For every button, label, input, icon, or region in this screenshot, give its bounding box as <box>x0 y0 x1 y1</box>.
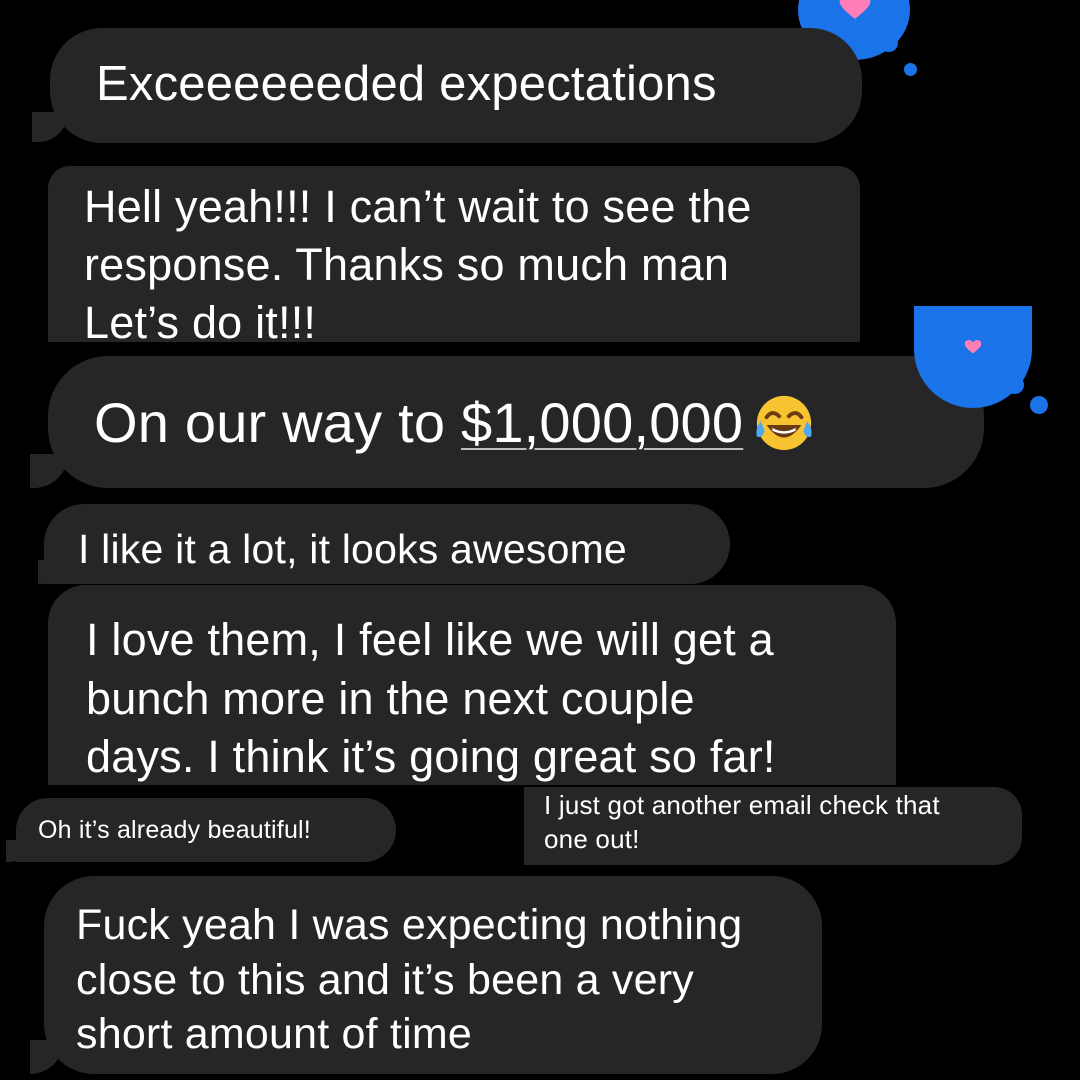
message-bubble-8[interactable]: Fuck yeah I was expecting nothing close … <box>44 876 822 1074</box>
message-text: Exceeeeeeded expectations <box>96 57 717 111</box>
heart-icon <box>964 340 982 354</box>
message-line: short amount of time <box>76 1010 472 1059</box>
heart-icon <box>839 0 871 19</box>
message-line: close to this and it’s been a very <box>76 955 694 1004</box>
message-text: I like it a lot, it looks awesome <box>78 526 627 572</box>
reaction-tail-dot-large <box>1006 376 1024 394</box>
message-line: response. Thanks so much man <box>84 239 730 291</box>
message-bubble-5[interactable]: I love them, I feel like we will get a b… <box>48 585 896 785</box>
message-line: I just got another email check that <box>544 790 940 820</box>
reaction-tail-dot-small <box>904 63 917 76</box>
message-bubble-4[interactable]: I like it a lot, it looks awesome <box>44 504 730 584</box>
message-bubble-2[interactable]: Hell yeah!!! I can’t wait to see the res… <box>48 166 860 348</box>
message-line: bunch more in the next couple <box>86 672 695 724</box>
message-line: Fuck yeah I was expecting nothing <box>76 901 743 949</box>
face-with-tears-of-joy-icon <box>756 396 812 451</box>
message-bubble-7[interactable]: I just got another email check that one … <box>524 787 1022 865</box>
message-bubble-6[interactable]: Oh it’s already beautiful! <box>16 798 396 862</box>
message-line: days. I think it’s going great so far! <box>86 731 776 782</box>
message-bubble-3[interactable]: On our way to $1,000,000 <box>48 356 984 488</box>
message-line: one out! <box>544 823 640 854</box>
message-line: Let’s do it!!! <box>84 297 317 349</box>
reaction-tail-dot-small <box>1030 396 1048 414</box>
message-text: On our way to <box>94 391 461 454</box>
message-line: Hell yeah!!! I can’t wait to see the <box>84 181 752 232</box>
message-bubble-1[interactable]: Exceeeeeeded expectations <box>50 28 862 143</box>
message-line: I love them, I feel like we will get a <box>86 614 774 665</box>
money-amount-link[interactable]: $1,000,000 <box>461 391 743 454</box>
message-text: Oh it’s already beautiful! <box>38 816 311 844</box>
reaction-tail-dot-large <box>880 34 898 52</box>
